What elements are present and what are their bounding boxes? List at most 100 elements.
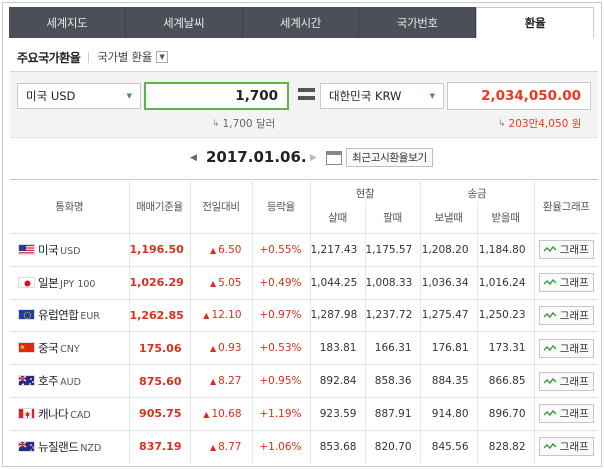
currency-name[interactable]: 호주 [38, 374, 59, 388]
triangle-up-icon: ▲ [203, 311, 210, 321]
currency-name[interactable]: 미국 [38, 243, 59, 257]
col-remit-receive: 받을때 [477, 201, 535, 234]
tab-world-weather[interactable]: 세계날씨 [126, 7, 243, 38]
triangle-up-icon: ▲ [209, 245, 217, 255]
cash-buy: 1,044.25 [310, 265, 366, 300]
cash-sell: 1,008.33 [365, 265, 421, 300]
cash-sell: 820.70 [365, 429, 421, 464]
change-cell: ▲ 5.05 [190, 265, 253, 300]
currency-converter: 미국 USD ▼ 1,700 대한민국 KRW ▼ 2,034,050.00 ↳… [10, 71, 598, 138]
currency-code: CNY [60, 344, 80, 356]
currency-cell[interactable]: 캐나다 CAD [10, 396, 130, 431]
subtab-divider [88, 51, 90, 63]
flag-eu-icon [18, 309, 35, 321]
currency-cell[interactable]: 유럽연합 EUR [10, 298, 130, 332]
currency-name[interactable]: 유럽연합 [38, 308, 79, 322]
table-row: 일본 JPY 100 1,026.29 ▲ 5.05 +0.49% 1,044.25 1,00… [10, 265, 599, 300]
tab-world-time[interactable]: 세계시간 [243, 7, 360, 38]
line-chart-icon [543, 410, 557, 417]
currency-cell[interactable]: 뉴질랜드 NZD [10, 429, 130, 464]
currency-name[interactable]: 뉴질랜드 [38, 440, 79, 454]
tab-world-map[interactable]: 세계지도 [9, 7, 126, 38]
currency-code: AUD [60, 377, 81, 389]
equals-icon [298, 88, 315, 101]
change-value: 0.93 [218, 342, 242, 355]
cash-buy: 923.59 [310, 396, 366, 431]
line-chart-icon [543, 246, 557, 253]
flag-ca-icon [18, 407, 35, 419]
subtab-country-rates[interactable]: 국가별 환율 [97, 49, 152, 65]
graph-button[interactable]: 그래프 [538, 404, 594, 424]
base-rate: 875.60 [129, 364, 191, 398]
cash-sell: 858.36 [365, 364, 421, 398]
remit-send: 1,275.47 [420, 298, 478, 332]
remit-receive: 828.82 [477, 429, 535, 464]
currency-cell[interactable]: 미국 USD [10, 233, 130, 267]
line-chart-icon [543, 377, 557, 384]
currency-code: NZD [80, 442, 102, 454]
change-rate: +0.55% [252, 233, 311, 267]
currency-code: CAD [70, 409, 91, 421]
currency-name[interactable]: 중국 [38, 341, 59, 355]
graph-button-label: 그래프 [559, 309, 589, 322]
graph-button-label: 그래프 [559, 342, 589, 355]
prev-date-icon[interactable]: ◀ [190, 153, 197, 163]
col-remit-send: 보낼때 [420, 201, 478, 234]
currency-cell[interactable]: 일본 JPY 100 [10, 265, 130, 300]
change-cell: ▲ 8.77 [190, 429, 253, 464]
remit-receive: 173.31 [477, 331, 535, 365]
currency-code: USD [60, 245, 81, 257]
flag-us-icon [18, 243, 35, 255]
calendar-icon[interactable] [326, 151, 342, 165]
change-rate: +0.49% [252, 265, 311, 300]
graph-cell: 그래프 [534, 331, 599, 365]
arrow-return-icon: ↳ [498, 118, 506, 129]
currency-code: EUR [80, 311, 100, 323]
remit-receive: 866.85 [477, 364, 535, 398]
currency-code: JPY 100 [60, 278, 96, 290]
subtab-major-rates[interactable]: 주요국가환율 [17, 49, 81, 66]
graph-button[interactable]: 그래프 [538, 273, 594, 293]
line-chart-icon [543, 344, 557, 351]
remit-receive: 1,016.24 [477, 265, 535, 300]
from-currency-label: 미국 USD [26, 89, 76, 103]
change-value: 8.27 [218, 375, 242, 388]
recent-rates-button[interactable]: 최근고시환율보기 [346, 148, 433, 167]
change-cell: ▲ 6.50 [190, 233, 253, 267]
chevron-down-icon[interactable]: ▼ [156, 51, 169, 63]
graph-button[interactable]: 그래프 [538, 305, 594, 325]
tab-country-code[interactable]: 국가번호 [359, 7, 477, 38]
table-row: 중국 CNY 175.06 ▲ 0.93 +0.53% 183.81 166.31 176.81… [10, 331, 599, 365]
cash-sell: 166.31 [365, 331, 421, 365]
graph-button[interactable]: 그래프 [538, 338, 594, 358]
exchange-rate-table: 통화명 매매기준율 전일대비 등락율 현찰 송금 환율그래프 살때 팔때 보낼때… [10, 179, 599, 464]
col-cash-sell: 팔때 [365, 201, 421, 234]
col-cash: 현찰 [310, 179, 421, 202]
to-currency-select[interactable]: 대한민국 KRW ▼ [320, 83, 444, 109]
graph-button[interactable]: 그래프 [538, 437, 594, 457]
remit-send: 914.80 [420, 396, 478, 431]
remit-receive: 1,250.23 [477, 298, 535, 332]
currency-cell[interactable]: 호주 AUD [10, 364, 130, 398]
graph-button[interactable]: 그래프 [538, 371, 594, 391]
change-rate: +1.06% [252, 429, 311, 464]
graph-button-label: 그래프 [559, 375, 589, 388]
triangle-up-icon: ▲ [203, 409, 210, 419]
tab-exchange-rate[interactable]: 환율 [476, 7, 594, 38]
col-cash-buy: 살때 [310, 201, 366, 234]
to-amount-hint: ↳ 203만4,050 원 [498, 116, 581, 131]
from-amount-input[interactable]: 1,700 [144, 82, 289, 110]
triangle-up-icon: ▲ [209, 278, 217, 288]
next-date-icon[interactable]: ▶ [310, 153, 317, 163]
cash-buy: 853.68 [310, 429, 366, 464]
graph-cell: 그래프 [534, 298, 599, 332]
col-remit: 송금 [420, 179, 535, 202]
base-rate: 1,196.50 [129, 233, 191, 267]
currency-cell[interactable]: 중국 CNY [10, 331, 130, 365]
col-base-rate: 매매기준율 [129, 179, 191, 234]
from-currency-select[interactable]: 미국 USD ▼ [17, 83, 141, 109]
currency-name[interactable]: 일본 [38, 276, 59, 290]
base-rate: 905.75 [129, 396, 191, 431]
graph-button[interactable]: 그래프 [538, 240, 594, 260]
currency-name[interactable]: 캐나다 [38, 407, 69, 421]
